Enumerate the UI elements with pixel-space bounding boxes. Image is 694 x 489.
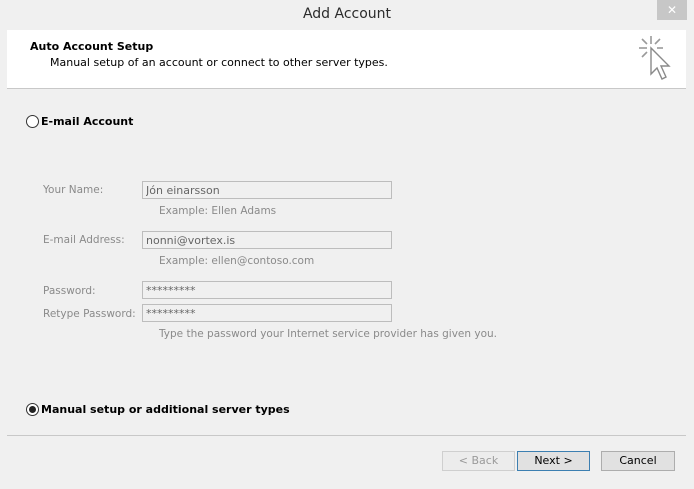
password-field[interactable] bbox=[142, 281, 392, 299]
password-hint: Type the password your Internet service … bbox=[159, 328, 497, 340]
cancel-button[interactable]: Cancel bbox=[601, 451, 675, 471]
email-account-label[interactable]: E-mail Account bbox=[41, 115, 133, 128]
your-name-hint: Example: Ellen Adams bbox=[159, 205, 276, 217]
your-name-input[interactable] bbox=[146, 183, 391, 199]
email-address-field[interactable] bbox=[142, 231, 392, 249]
footer-divider bbox=[7, 435, 686, 436]
email-address-label: E-mail Address: bbox=[43, 234, 125, 246]
your-name-field[interactable] bbox=[142, 181, 392, 199]
header-subtitle: Manual setup of an account or connect to… bbox=[50, 56, 388, 69]
dialog-body: Auto Account Setup Manual setup of an ac… bbox=[7, 30, 686, 482]
window-title: Add Account bbox=[0, 6, 694, 22]
retype-password-label: Retype Password: bbox=[43, 308, 136, 320]
header-panel: Auto Account Setup Manual setup of an ac… bbox=[7, 30, 686, 89]
manual-setup-radio[interactable] bbox=[26, 403, 39, 416]
title-bar: Add Account ✕ bbox=[0, 0, 694, 30]
next-button[interactable]: Next > bbox=[517, 451, 590, 471]
header-title: Auto Account Setup bbox=[30, 40, 153, 53]
retype-password-field[interactable] bbox=[142, 304, 392, 322]
back-button[interactable]: < Back bbox=[442, 451, 515, 471]
cursor-click-icon bbox=[637, 34, 673, 84]
password-label: Password: bbox=[43, 285, 96, 297]
manual-setup-label[interactable]: Manual setup or additional server types bbox=[41, 403, 290, 416]
email-account-radio[interactable] bbox=[26, 115, 39, 128]
password-input[interactable] bbox=[146, 283, 391, 299]
close-button[interactable]: ✕ bbox=[657, 0, 687, 20]
email-address-hint: Example: ellen@contoso.com bbox=[159, 255, 314, 267]
your-name-label: Your Name: bbox=[43, 184, 103, 196]
retype-password-input[interactable] bbox=[146, 306, 391, 322]
email-address-input[interactable] bbox=[146, 233, 391, 249]
